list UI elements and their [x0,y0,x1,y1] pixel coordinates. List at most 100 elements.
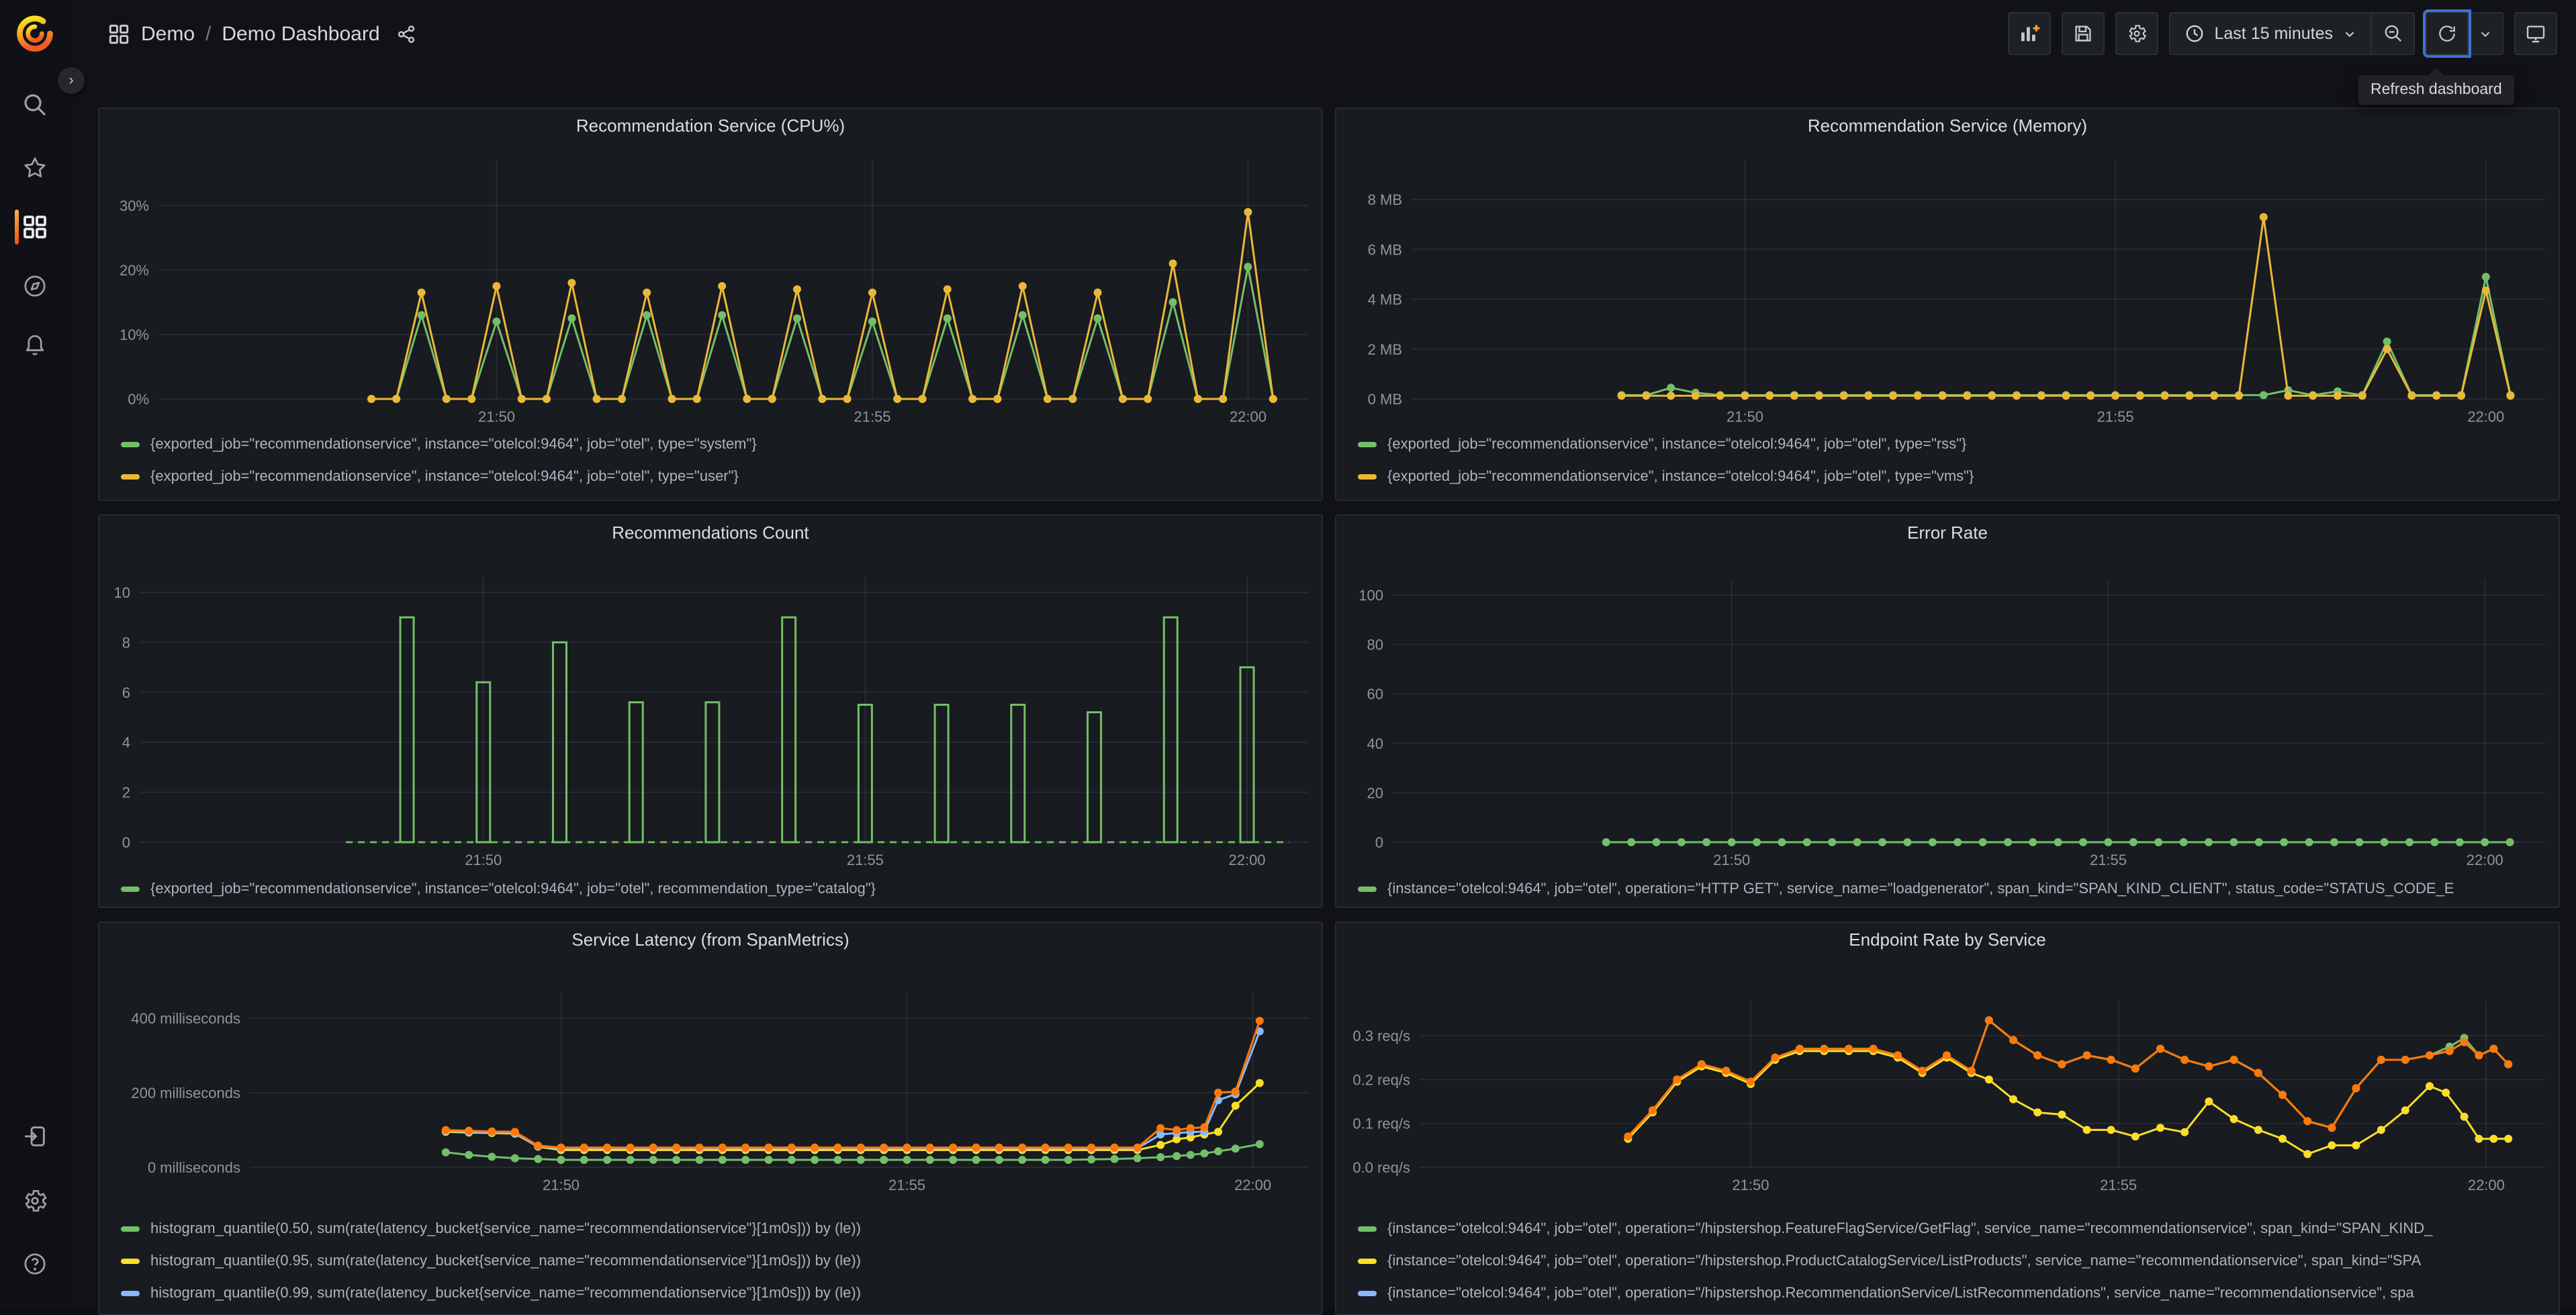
svg-text:40: 40 [1367,735,1383,752]
breadcrumb-page[interactable]: Demo Dashboard [222,22,379,45]
svg-text:22:00: 22:00 [1230,408,1267,425]
starred-icon[interactable] [21,154,48,181]
legend-label: histogram_quantile(0.99, sum(rate(latenc… [150,1285,862,1302]
breadcrumb-section[interactable]: Demo [141,22,195,45]
legend-label: {exported_job="recommendationservice", i… [150,469,739,485]
top-nav: Demo / Demo Dashboard Last 15 minutes [70,0,2576,67]
settings-gear-icon[interactable] [21,1187,48,1214]
chart-canvas: 21:50 21:55 22:00 0 20 40 60 80 100 [1359,579,2545,868]
legend-swatch [121,1226,140,1232]
sign-in-icon[interactable] [21,1123,48,1150]
panel-service-latency: Service Latency (from SpanMetrics) 21:50… [98,921,1323,1315]
svg-text:22:00: 22:00 [2468,1177,2505,1193]
dashboard-settings-button[interactable] [2115,12,2158,55]
save-dashboard-button[interactable] [2061,12,2105,55]
svg-text:6 MB: 6 MB [1368,241,1402,258]
search-icon[interactable] [21,91,48,118]
chevron-down-icon [2481,31,2490,37]
chart-area: 21:50 21:55 22:00 0 20 40 60 80 100 [1336,516,2559,907]
svg-text:21:55: 21:55 [847,852,884,868]
refresh-interval-dropdown[interactable] [2469,12,2503,55]
time-range-picker[interactable]: Last 15 minutes [2168,12,2372,55]
refresh-tooltip: Refresh dashboard [2358,69,2514,105]
svg-text:80: 80 [1367,637,1383,653]
legend-label: {instance="otelcol:9464", job="otel", op… [1387,881,2454,897]
legend-label: {instance="otelcol:9464", job="otel", op… [1387,1285,2414,1302]
panel-legend: {instance="otelcol:9464", job="otel", op… [1358,1213,2548,1314]
svg-text:60: 60 [1367,686,1383,702]
legend-item[interactable]: {instance="otelcol:9464", job="otel", op… [1358,1213,2548,1245]
legend-label: {instance="otelcol:9464", job="otel", op… [1387,1221,2433,1237]
time-range-label: Last 15 minutes [2214,24,2334,43]
legend-item[interactable]: {instance="otelcol:9464", job="otel", op… [1358,1277,2548,1310]
share-icon[interactable] [396,24,416,44]
svg-text:21:50: 21:50 [1727,408,1763,425]
svg-text:21:55: 21:55 [854,408,890,425]
svg-text:0 milliseconds: 0 milliseconds [148,1159,240,1176]
legend-item[interactable]: {exported_job="recommendationservice", i… [1358,428,2548,461]
legend-swatch [121,442,140,447]
svg-text:0: 0 [122,834,130,851]
svg-text:21:50: 21:50 [1732,1177,1769,1193]
legend-swatch [1358,887,1377,892]
legend-swatch [1358,1259,1377,1264]
legend-item[interactable]: {exported_job="recommendationservice", i… [121,428,1311,461]
legend-swatch [121,887,140,892]
legend-item[interactable]: {instance="otelcol:9464", job="otel", op… [1358,1245,2548,1277]
help-icon[interactable] [21,1251,48,1277]
nav-sidebar [0,0,70,1308]
legend-swatch [121,474,140,480]
refresh-dashboard-button[interactable] [2426,12,2469,55]
zoom-out-time-button[interactable] [2372,12,2415,55]
dashboards-icon[interactable] [21,214,48,240]
panel-endpoint-rate: Endpoint Rate by Service 21:50 21:55 22:00… [1335,921,2560,1315]
legend-item[interactable]: {instance="otelcol:9464", job="otel", op… [1358,873,2548,905]
chevron-down-icon [2345,31,2354,37]
svg-text:21:55: 21:55 [2097,408,2134,425]
panel-legend: {exported_job="recommendationservice", i… [121,428,1311,493]
add-panel-button[interactable] [2007,12,2051,55]
dashboards-grid-icon [107,22,130,45]
legend-item[interactable]: histogram_quantile(0.999, sum(rate(laten… [121,1310,1311,1314]
svg-text:4: 4 [122,734,130,751]
legend-item[interactable]: histogram_quantile(0.95, sum(rate(latenc… [121,1245,1311,1277]
alerting-bell-icon[interactable] [21,330,48,357]
explore-compass-icon[interactable] [21,273,48,300]
panel-legend: {exported_job="recommendationservice", i… [121,873,1311,905]
legend-label: {exported_job="recommendationservice", i… [1387,469,1974,485]
legend-item[interactable]: {instance="otelcol:9464", job="otel", op… [1358,1310,2548,1314]
svg-text:21:55: 21:55 [2090,852,2127,868]
svg-text:0: 0 [1375,834,1383,851]
svg-text:0%: 0% [128,391,149,408]
legend-swatch [121,1291,140,1296]
svg-text:0.1 req/s: 0.1 req/s [1352,1116,1410,1132]
svg-text:0 MB: 0 MB [1368,391,1402,408]
breadcrumb: Demo / Demo Dashboard [107,22,416,45]
legend-item[interactable]: {exported_job="recommendationservice", i… [1358,461,2548,493]
legend-item[interactable]: histogram_quantile(0.99, sum(rate(latenc… [121,1277,1311,1310]
svg-text:21:50: 21:50 [1713,852,1750,868]
legend-label: histogram_quantile(0.50, sum(rate(latenc… [150,1221,862,1237]
svg-text:10%: 10% [120,326,149,343]
svg-text:0.0 req/s: 0.0 req/s [1352,1159,1410,1176]
svg-text:0.3 req/s: 0.3 req/s [1352,1028,1410,1044]
svg-text:400 milliseconds: 400 milliseconds [131,1010,240,1027]
legend-item[interactable]: histogram_quantile(0.50, sum(rate(latenc… [121,1213,1311,1245]
panel-recommendations-count: Recommendations Count 21:50 21:55 22:00 0 2 4… [98,514,1323,908]
grafana-logo[interactable] [15,13,55,54]
time-controls: Last 15 minutes [2168,12,2415,55]
legend-label: {exported_job="recommendationservice", i… [1387,437,1967,453]
svg-text:30%: 30% [120,197,149,214]
legend-item[interactable]: {exported_job="recommendationservice", i… [121,873,1311,905]
panel-legend: histogram_quantile(0.50, sum(rate(latenc… [121,1213,1311,1314]
svg-text:21:50: 21:50 [465,852,502,868]
legend-label: {exported_job="recommendationservice", i… [150,437,757,453]
cycle-view-mode-button[interactable] [2514,12,2557,55]
svg-text:10: 10 [114,584,130,601]
panel-legend: {instance="otelcol:9464", job="otel", op… [1358,873,2548,905]
panel-recommendation-cpu: Recommendation Service (CPU%) 21:50 21:55… [98,107,1323,501]
expand-sidebar-button[interactable]: › [58,67,85,94]
svg-text:21:50: 21:50 [543,1177,580,1193]
svg-text:0.2 req/s: 0.2 req/s [1352,1071,1410,1088]
legend-item[interactable]: {exported_job="recommendationservice", i… [121,461,1311,493]
